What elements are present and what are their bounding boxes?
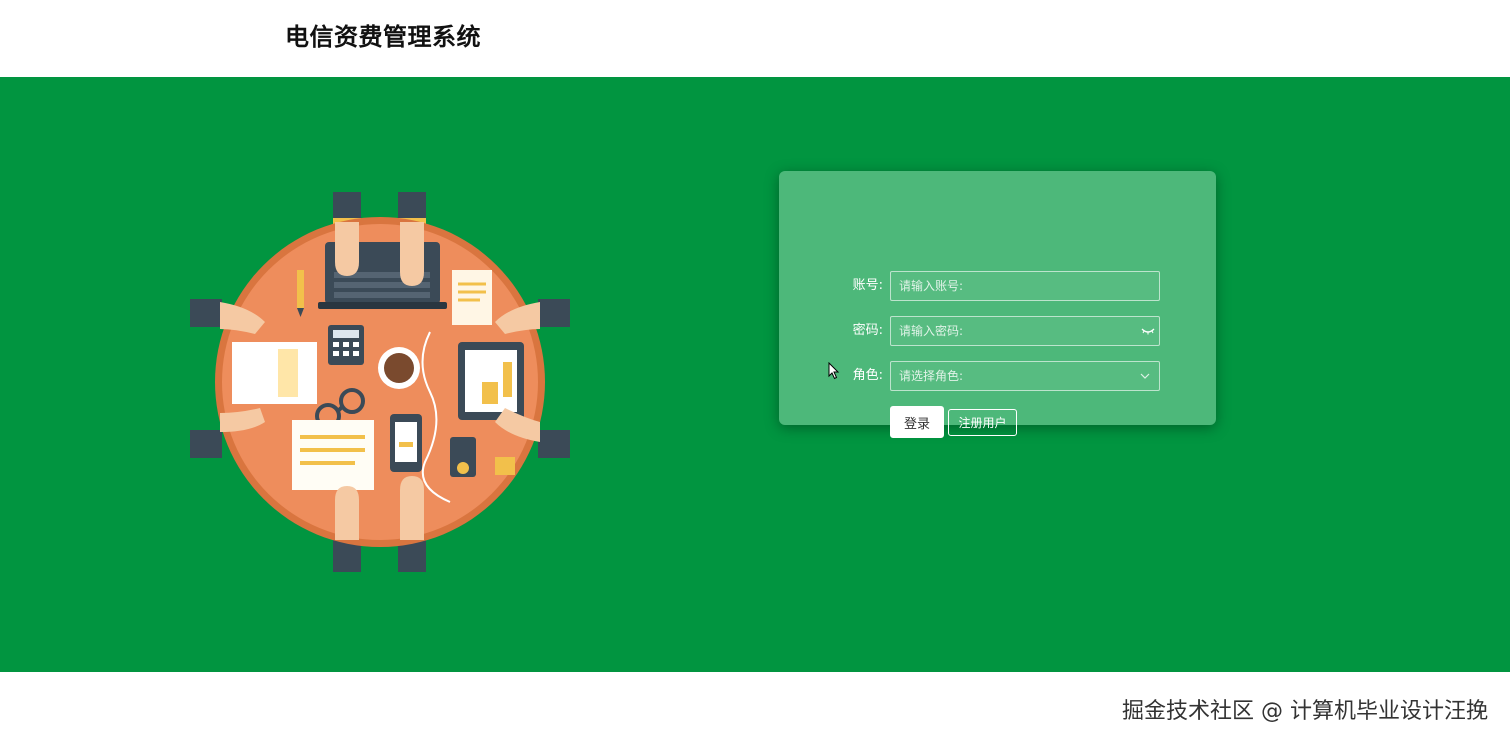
role-select[interactable]: 请选择角色:	[890, 361, 1160, 391]
role-label: 角色:	[852, 368, 883, 383]
chevron-down-icon	[1140, 373, 1150, 379]
password-input[interactable]	[891, 317, 1159, 345]
watermark: 掘金技术社区 @ 计算机毕业设计汪挽	[1122, 699, 1488, 724]
mouse-cursor-icon	[828, 362, 840, 380]
hero-banner	[0, 77, 1510, 672]
account-input[interactable]	[891, 272, 1159, 300]
register-button[interactable]: 注册用户	[948, 409, 1017, 436]
eye-off-icon[interactable]	[1141, 326, 1155, 336]
password-row: 密码:	[779, 316, 1216, 346]
header: 电信资费管理系统	[0, 0, 1510, 77]
password-field[interactable]	[890, 316, 1160, 346]
app-title: 电信资费管理系统	[285, 23, 481, 51]
login-card: 账号: 密码: 角色: 请选择角色:	[779, 171, 1216, 425]
password-label: 密码:	[852, 323, 883, 338]
account-row: 账号:	[779, 271, 1216, 301]
account-field[interactable]	[890, 271, 1160, 301]
role-placeholder: 请选择角色:	[899, 369, 964, 383]
login-button[interactable]: 登录	[890, 406, 944, 438]
meeting-table-illustration	[190, 192, 570, 572]
account-label: 账号:	[852, 278, 883, 293]
role-row: 角色: 请选择角色:	[779, 361, 1216, 391]
